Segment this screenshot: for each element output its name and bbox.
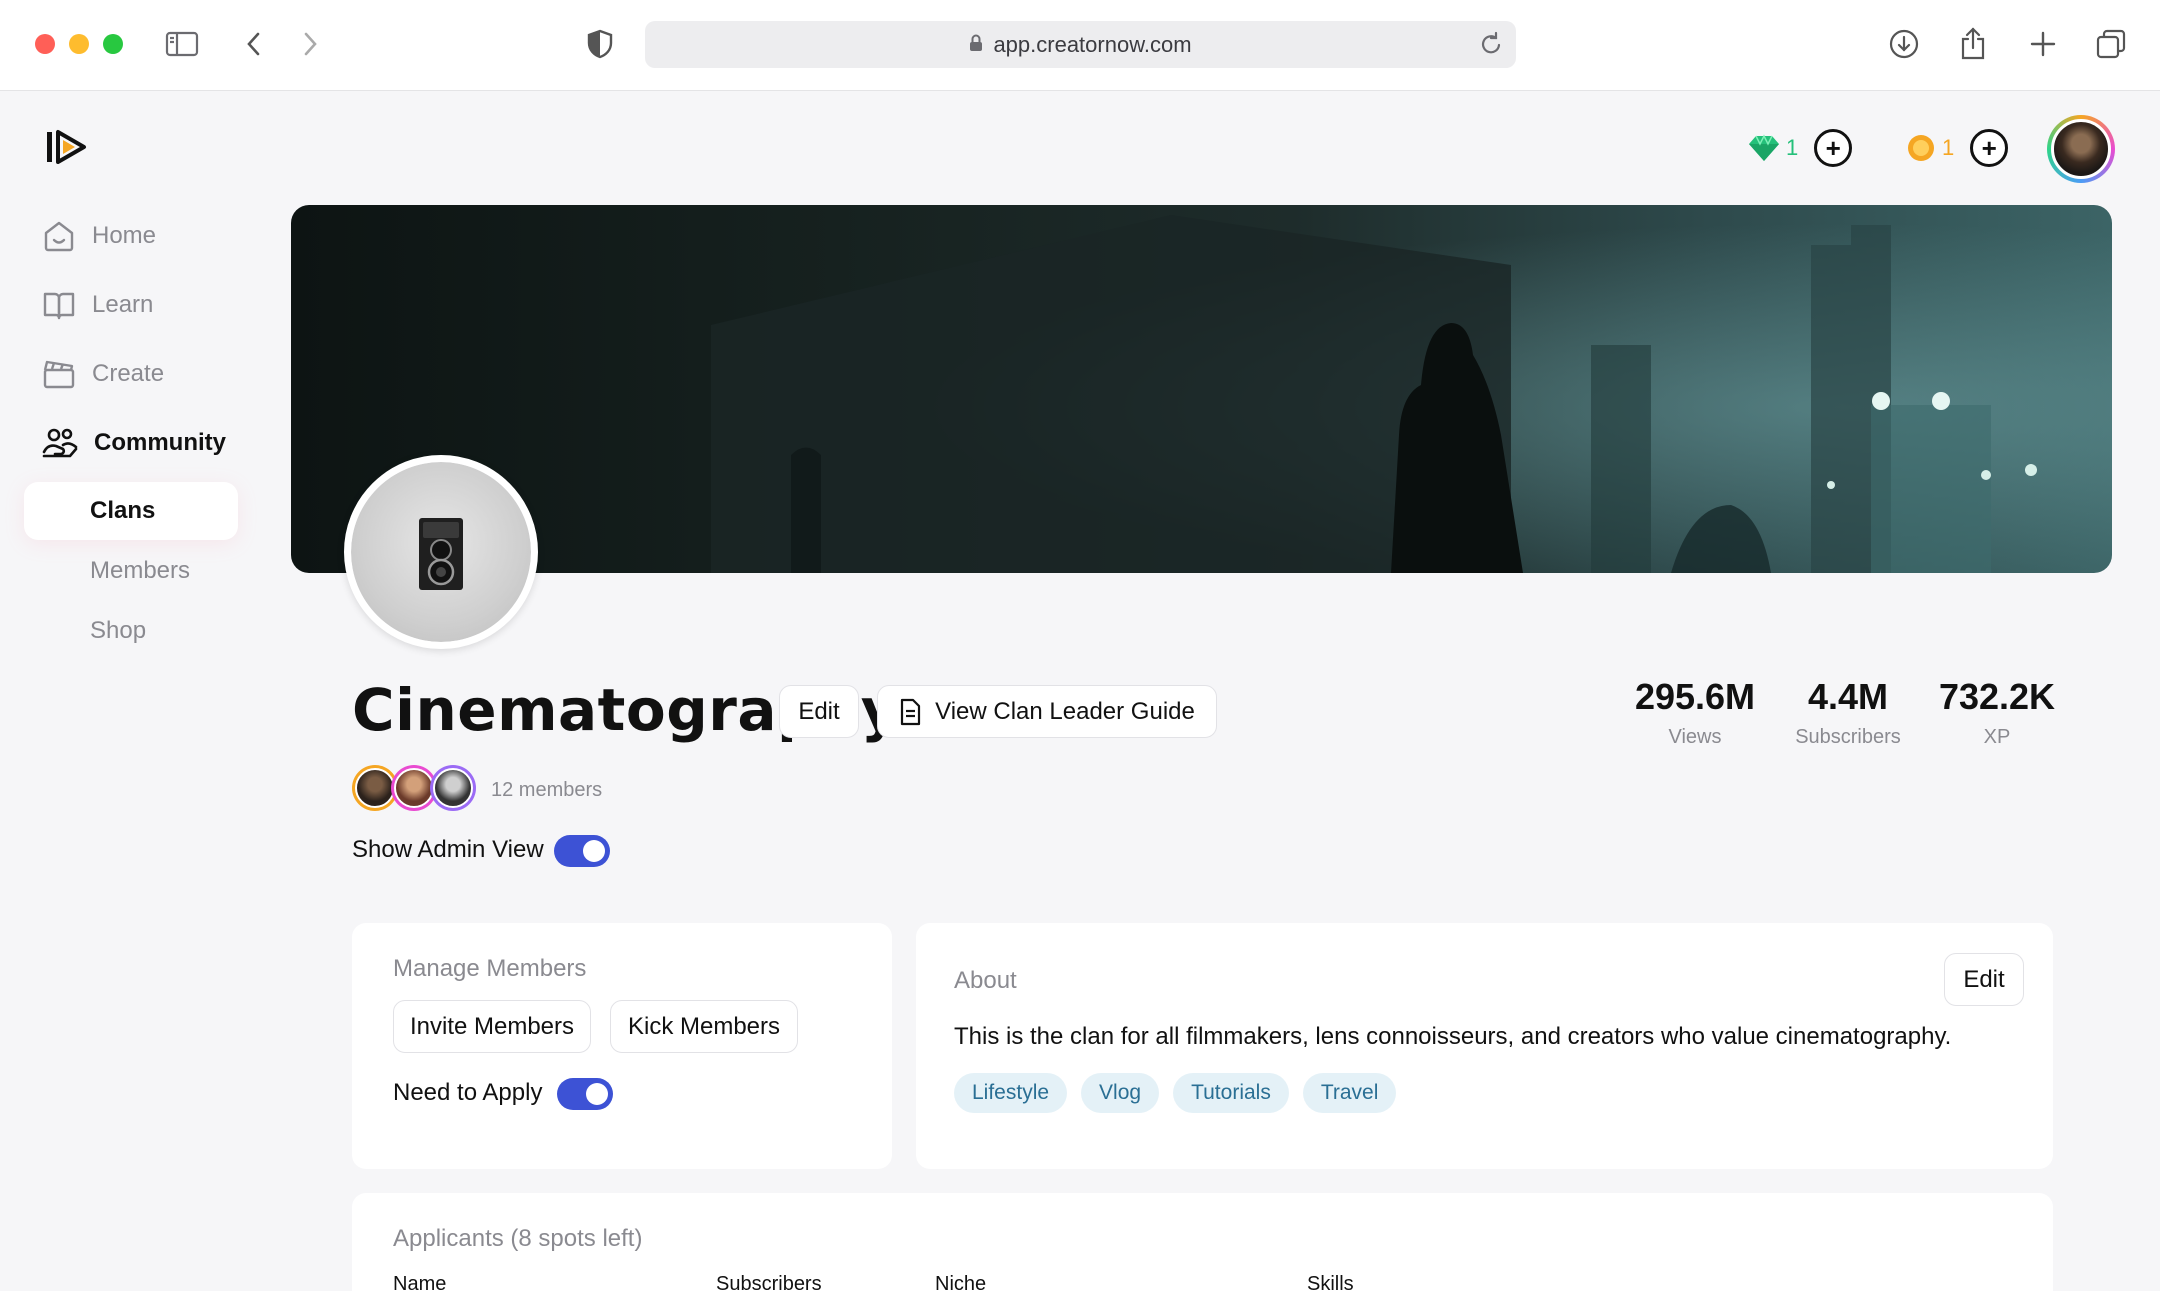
document-icon xyxy=(901,698,921,725)
sidebar-item-label: Community xyxy=(94,429,226,456)
sidebar-subitem-clans[interactable]: Clans xyxy=(24,482,238,540)
plus-icon: + xyxy=(1981,133,1997,163)
admin-view-label: Show Admin View xyxy=(352,836,544,863)
stat-label: XP xyxy=(1983,726,2011,748)
share-icon[interactable] xyxy=(1955,26,1991,62)
tag-lifestyle[interactable]: Lifestyle xyxy=(954,1073,1068,1113)
home-icon xyxy=(44,221,74,252)
edit-about-button[interactable]: Edit xyxy=(1944,953,2024,1006)
coin-count: 1 xyxy=(1942,135,1955,160)
applicants-card: Applicants (8 spots left) Name Subscribe… xyxy=(352,1193,2053,1291)
book-icon xyxy=(43,292,75,320)
app-logo[interactable] xyxy=(44,127,92,167)
coin-balance: 1 + xyxy=(1906,122,2009,174)
column-header-skills[interactable]: Skills xyxy=(1307,1273,1354,1291)
stat-value: 732.2K xyxy=(1938,676,2056,717)
lock-icon xyxy=(969,32,983,58)
stat-label: Subscribers xyxy=(1795,726,1901,748)
sidebar-item-home[interactable]: Home xyxy=(42,214,156,258)
sidebar-toggle-icon[interactable] xyxy=(164,26,200,62)
download-icon[interactable] xyxy=(1886,26,1922,62)
browser-toolbar: app.creatornow.com xyxy=(0,0,2160,91)
member-avatar-stack[interactable] xyxy=(352,765,482,813)
minimize-window-button[interactable] xyxy=(69,34,89,54)
sidebar-item-label: Home xyxy=(92,222,157,249)
sidebar-item-create[interactable]: Create xyxy=(42,352,164,396)
url-text: app.creatornow.com xyxy=(993,31,1192,57)
gem-icon xyxy=(1749,134,1779,161)
coin-icon xyxy=(1908,135,1934,161)
clan-avatar[interactable] xyxy=(344,455,538,649)
kick-members-button[interactable]: Kick Members xyxy=(610,1000,798,1053)
about-card: About Edit This is the clan for all film… xyxy=(916,923,2053,1169)
member-avatar xyxy=(430,765,476,811)
user-avatar[interactable] xyxy=(2047,115,2115,183)
community-icon xyxy=(42,428,78,458)
add-gems-button[interactable]: + xyxy=(1814,129,1853,167)
view-clan-leader-guide-button[interactable]: View Clan Leader Guide xyxy=(877,685,1217,738)
column-header-name[interactable]: Name xyxy=(393,1273,446,1291)
about-title: About xyxy=(954,967,1017,994)
gem-balance: 1 + xyxy=(1748,122,1853,174)
stat-xp: 732.2K XP xyxy=(1932,676,2062,749)
sidebar-item-community[interactable]: Community xyxy=(42,421,226,465)
stat-subscribers: 4.4M Subscribers xyxy=(1788,676,1908,749)
tag-travel[interactable]: Travel xyxy=(1302,1073,1397,1113)
gem-count: 1 xyxy=(1786,135,1799,160)
need-to-apply-toggle[interactable] xyxy=(557,1078,613,1110)
tab-overview-icon[interactable] xyxy=(2093,26,2129,62)
sidebar-item-label: Create xyxy=(92,360,165,387)
sidebar-subitem-label: Clans xyxy=(90,497,156,524)
back-icon[interactable] xyxy=(236,26,272,62)
manage-members-card: Manage Members Invite Members Kick Membe… xyxy=(352,923,892,1169)
sidebar-item-learn[interactable]: Learn xyxy=(42,283,153,327)
stat-views: 295.6M Views xyxy=(1630,676,1760,749)
need-to-apply-label: Need to Apply xyxy=(393,1079,543,1106)
admin-view-toggle[interactable] xyxy=(554,835,610,867)
clapperboard-icon xyxy=(43,360,75,389)
close-window-button[interactable] xyxy=(35,34,55,54)
tag-list: Lifestyle Vlog Tutorials Travel xyxy=(954,1073,1397,1113)
reload-icon[interactable] xyxy=(1478,30,1504,64)
column-header-niche[interactable]: Niche xyxy=(935,1273,986,1291)
sidebar-item-label: Learn xyxy=(92,291,154,318)
stat-value: 295.6M xyxy=(1634,676,1756,717)
shield-icon[interactable] xyxy=(582,26,618,62)
manage-members-title: Manage Members xyxy=(393,955,587,982)
stat-label: Views xyxy=(1668,726,1722,748)
about-description: This is the clan for all filmmakers, len… xyxy=(954,1023,1952,1050)
address-bar[interactable]: app.creatornow.com xyxy=(645,21,1516,68)
plus-icon: + xyxy=(1825,133,1841,163)
forward-icon[interactable] xyxy=(292,26,328,62)
stat-value: 4.4M xyxy=(1807,676,1889,717)
tag-tutorials[interactable]: Tutorials xyxy=(1173,1073,1289,1113)
column-header-subscribers[interactable]: Subscribers xyxy=(716,1273,822,1291)
maximize-window-button[interactable] xyxy=(103,34,123,54)
invite-members-button[interactable]: Invite Members xyxy=(393,1000,591,1053)
sidebar-subitem-shop[interactable]: Shop xyxy=(90,617,146,645)
guide-label: View Clan Leader Guide xyxy=(935,697,1195,725)
add-coins-button[interactable]: + xyxy=(1970,129,2009,167)
applicants-title: Applicants (8 spots left) xyxy=(393,1225,643,1252)
camera-icon xyxy=(419,518,463,590)
edit-clan-button[interactable]: Edit xyxy=(779,685,859,738)
clan-banner-image xyxy=(291,205,2112,573)
sidebar-subitem-members[interactable]: Members xyxy=(90,557,190,585)
members-count: 12 members xyxy=(491,779,603,801)
new-tab-icon[interactable] xyxy=(2025,26,2061,62)
tag-vlog[interactable]: Vlog xyxy=(1081,1073,1160,1113)
